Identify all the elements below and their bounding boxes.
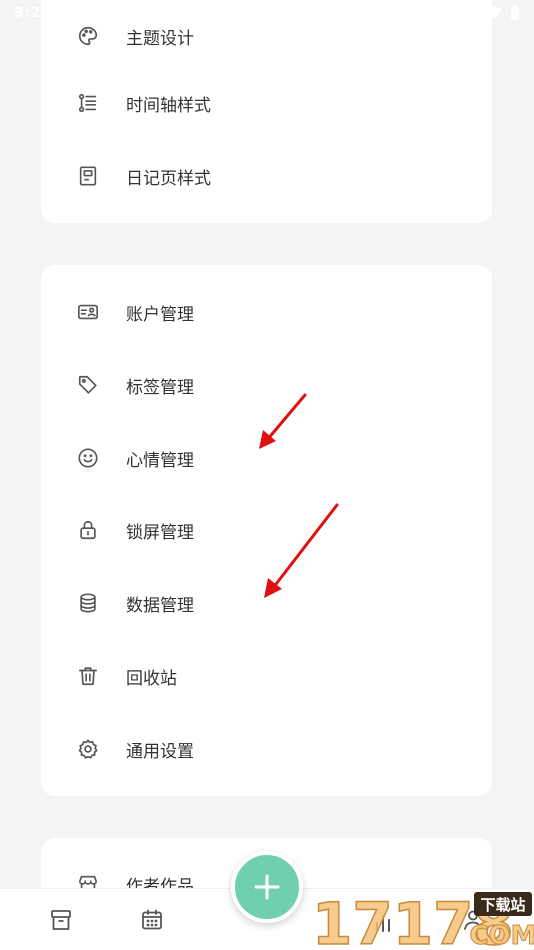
- lock-icon: [77, 519, 99, 541]
- smiley-icon: [77, 447, 99, 469]
- settings-item-account-management[interactable]: 账户管理: [41, 288, 492, 336]
- settings-item-general-settings[interactable]: 通用设置: [41, 725, 492, 773]
- annotation-arrow: [259, 393, 307, 449]
- account-card-icon: [77, 301, 99, 323]
- settings-item-label: 心情管理: [126, 450, 194, 471]
- settings-item-label: 锁屏管理: [126, 522, 194, 543]
- calendar-icon[interactable]: [140, 908, 164, 932]
- settings-item-label: 账户管理: [126, 304, 194, 325]
- timeline-list-icon: [77, 92, 99, 114]
- notification-gear-icon: [60, 7, 72, 19]
- wifi-icon: [486, 6, 502, 19]
- status-time: 9:22: [14, 5, 51, 21]
- notification-app-icon: [98, 7, 111, 19]
- trash-icon: [77, 665, 99, 687]
- tag-icon: [77, 374, 99, 396]
- archive-box-icon[interactable]: [49, 908, 73, 932]
- watermark-suffix: COM: [469, 921, 534, 950]
- settings-item-label: 标签管理: [126, 377, 194, 398]
- plus-icon: [254, 874, 280, 900]
- watermark-tagline: 下载站: [480, 896, 525, 914]
- palette-icon: [77, 25, 99, 47]
- status-bar: 9:22: [0, 0, 534, 26]
- gear-icon: [77, 738, 99, 760]
- document-page-icon: [77, 165, 99, 187]
- settings-item-label: 日记页样式: [126, 168, 211, 189]
- settings-item-label: 时间轴样式: [126, 95, 211, 116]
- status-icons-right: [486, 5, 520, 21]
- add-entry-button[interactable]: [231, 851, 303, 923]
- battery-icon: [511, 5, 519, 20]
- settings-item-label: 数据管理: [126, 595, 194, 616]
- settings-item-label: 主题设计: [126, 28, 194, 49]
- settings-item-diary-page-style[interactable]: 日记页样式: [41, 152, 492, 200]
- settings-item-label: 通用设置: [126, 741, 194, 762]
- notification-sync-icon: [80, 7, 92, 19]
- site-watermark: 17178 下载站 COM: [310, 888, 534, 950]
- settings-item-label: 回收站: [126, 668, 177, 689]
- settings-item-timeline-style[interactable]: 时间轴样式: [41, 79, 492, 127]
- annotation-arrow: [264, 503, 339, 598]
- status-icons-left: [59, 6, 111, 20]
- database-icon: [77, 592, 99, 614]
- settings-group-display: 主题设计 时间轴样式 日记页样式: [41, 0, 492, 223]
- settings-item-recycle-bin[interactable]: 回收站: [41, 652, 492, 700]
